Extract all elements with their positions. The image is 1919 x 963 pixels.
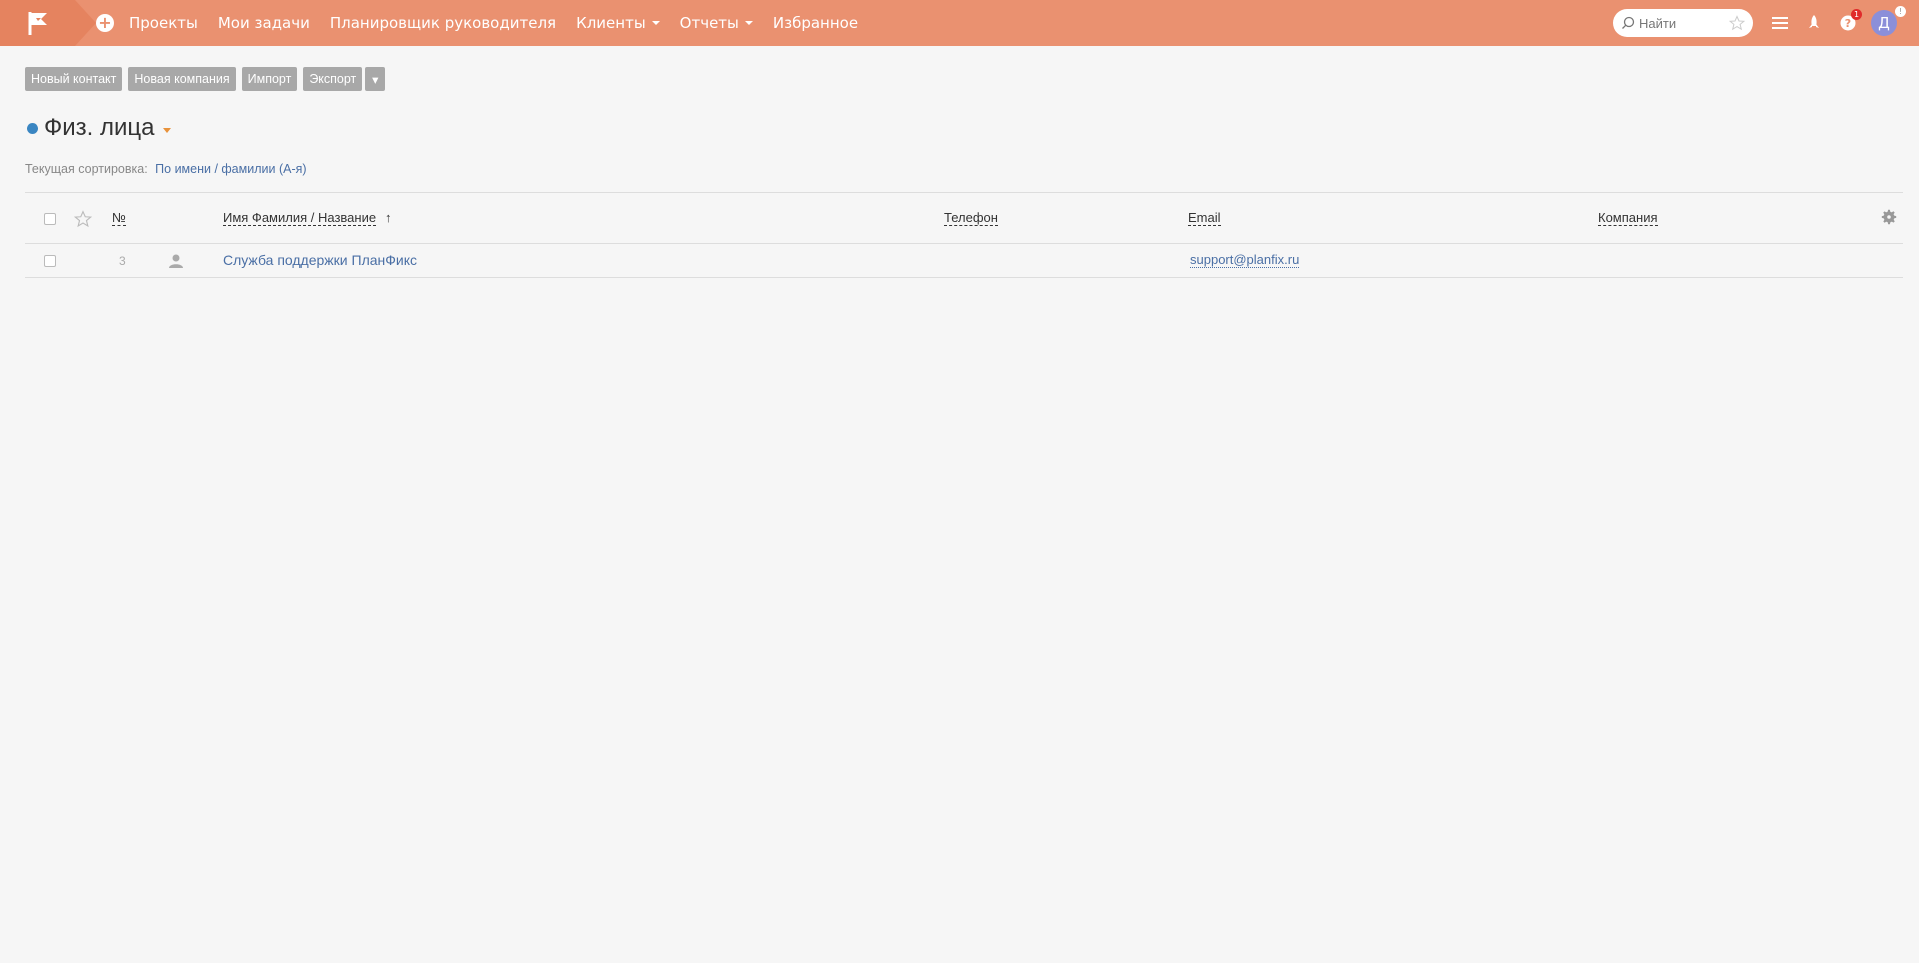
- page-title-row: Физ. лица: [27, 114, 171, 142]
- contact-name-link[interactable]: Служба поддержки ПланФикс: [223, 252, 417, 268]
- table-header: № Имя Фамилия / Название ↑ Телефон Email…: [25, 193, 1903, 244]
- flag-logo-icon: [28, 12, 47, 35]
- action-toolbar: Новый контакт Новая компания Импорт Эксп…: [25, 67, 391, 91]
- star-icon[interactable]: [1729, 15, 1745, 31]
- header-phone[interactable]: Телефон: [944, 211, 998, 226]
- header-email[interactable]: Email: [1188, 211, 1221, 226]
- avatar-badge: !: [1895, 6, 1906, 17]
- contacts-table: № Имя Фамилия / Название ↑ Телефон Email…: [25, 192, 1903, 278]
- nav-planner[interactable]: Планировщик руководителя: [330, 14, 556, 32]
- sort-value-link[interactable]: По имени / фамилии (А-я): [155, 162, 306, 176]
- search-input[interactable]: [1639, 15, 1719, 31]
- row-checkbox[interactable]: [44, 255, 56, 267]
- nav-label: Клиенты: [576, 14, 646, 32]
- person-icon: [169, 254, 183, 268]
- rocket-icon[interactable]: [1803, 12, 1825, 34]
- new-contact-button[interactable]: Новый контакт: [25, 67, 123, 91]
- nav-label: Мои задачи: [217, 14, 310, 32]
- page-title: Физ. лица: [44, 114, 155, 141]
- add-icon[interactable]: +: [96, 14, 114, 32]
- nav-label: Отчеты: [679, 14, 739, 32]
- planfix-logo[interactable]: [0, 0, 75, 46]
- export-button[interactable]: Экспорт: [303, 67, 363, 91]
- search-icon: [1622, 16, 1635, 29]
- gear-icon[interactable]: [1880, 208, 1898, 226]
- menu-icon[interactable]: [1769, 12, 1791, 34]
- export-more-button[interactable]: ▾: [365, 67, 386, 91]
- row-number: 3: [119, 254, 126, 268]
- nav-clients[interactable]: Клиенты: [576, 14, 660, 32]
- chevron-down-icon: [744, 21, 753, 25]
- select-all-checkbox[interactable]: [44, 213, 56, 225]
- search-box: [1613, 9, 1753, 37]
- nav-favorites[interactable]: Избранное: [773, 14, 858, 32]
- top-bar: + Проекты Мои задачи Планировщик руковод…: [0, 0, 1919, 46]
- current-sort: Текущая сортировка: По имени / фамилии (…: [25, 162, 307, 176]
- logo-arrow-decor: [68, 0, 96, 46]
- status-dot-icon: [27, 122, 38, 134]
- nav-label: Избранное: [772, 14, 859, 32]
- sort-label: Текущая сортировка:: [25, 162, 148, 176]
- top-right-tools: ? 1 Д !: [1613, 0, 1919, 46]
- nav-label: Проекты: [129, 14, 198, 32]
- header-number[interactable]: №: [112, 211, 126, 226]
- svg-text:?: ?: [1845, 17, 1851, 30]
- header-name[interactable]: Имя Фамилия / Название: [223, 211, 377, 226]
- header-company[interactable]: Компания: [1598, 211, 1658, 226]
- nav-projects[interactable]: Проекты: [129, 14, 198, 32]
- main-nav: + Проекты Мои задачи Планировщик руковод…: [96, 0, 878, 46]
- new-company-button[interactable]: Новая компания: [128, 67, 236, 91]
- table-row[interactable]: 3 Служба поддержки ПланФикс support@plan…: [25, 244, 1903, 278]
- nav-label: Планировщик руководителя: [329, 14, 557, 32]
- sort-asc-icon: ↑: [385, 210, 392, 225]
- contact-email-link[interactable]: support@planfix.ru: [1190, 253, 1300, 268]
- help-badge: 1: [1851, 9, 1862, 20]
- nav-reports[interactable]: Отчеты: [680, 14, 753, 32]
- chevron-down-icon[interactable]: [162, 127, 171, 133]
- chevron-down-icon: [651, 21, 660, 25]
- avatar[interactable]: Д !: [1871, 6, 1906, 36]
- star-icon[interactable]: [74, 210, 92, 228]
- avatar-letter: Д: [1878, 14, 1890, 32]
- nav-my-tasks[interactable]: Мои задачи: [218, 14, 310, 32]
- help-icon[interactable]: ? 1: [1837, 9, 1862, 34]
- import-button[interactable]: Импорт: [241, 67, 298, 91]
